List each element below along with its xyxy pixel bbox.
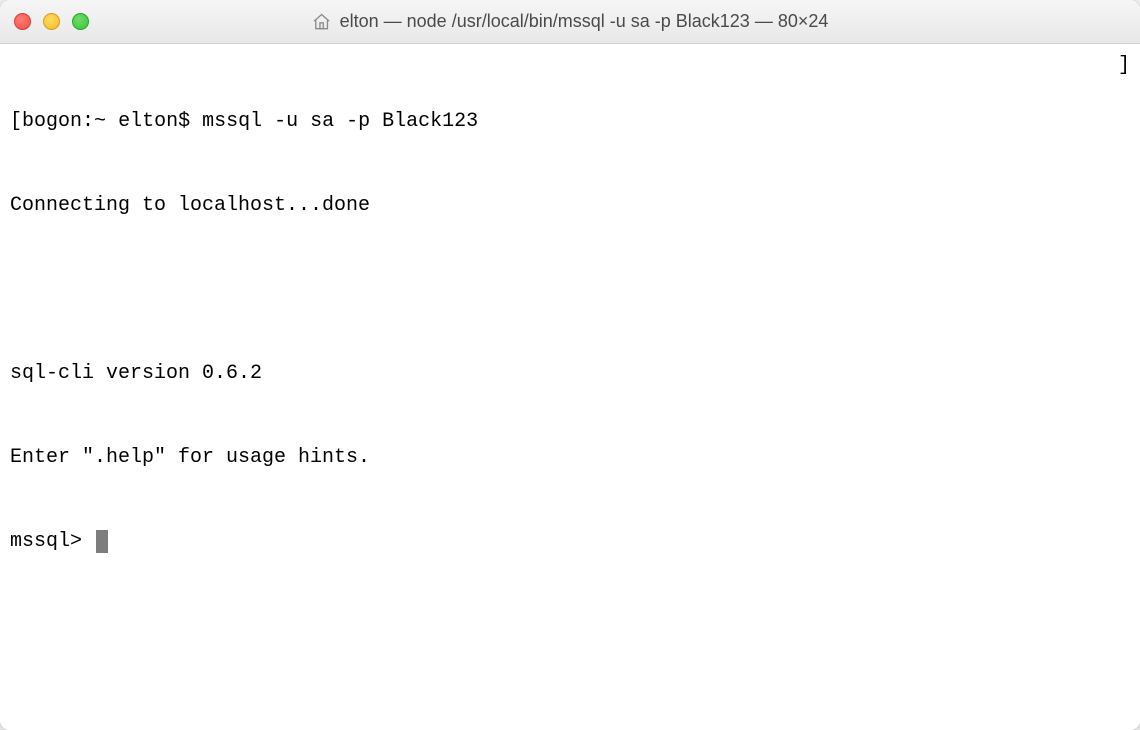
mssql-prompt: mssql> (10, 530, 82, 553)
minimize-button[interactable] (43, 13, 60, 30)
prompt-left-bracket: [ (10, 110, 22, 133)
cursor (96, 530, 108, 553)
output-line: Enter ".help" for usage hints. (10, 444, 1130, 472)
prompt-line: [bogon:~ elton$ mssql -u sa -p Black123] (10, 108, 1130, 136)
prompt-user: elton (118, 110, 178, 133)
output-line: Connecting to localhost...done (10, 192, 1130, 220)
output-line (10, 276, 1130, 304)
home-icon (312, 12, 332, 32)
prompt-right-bracket: ] (1118, 52, 1130, 80)
active-prompt-line[interactable]: mssql> (10, 528, 1130, 556)
command-text: mssql -u sa -p Black123 (202, 110, 478, 133)
title-bar[interactable]: elton — node /usr/local/bin/mssql -u sa … (0, 0, 1140, 44)
output-line: sql-cli version 0.6.2 (10, 360, 1130, 388)
terminal-body[interactable]: [bogon:~ elton$ mssql -u sa -p Black123]… (0, 44, 1140, 730)
prompt-host: bogon (22, 110, 82, 133)
title-text: elton — node /usr/local/bin/mssql -u sa … (340, 11, 829, 32)
close-button[interactable] (14, 13, 31, 30)
maximize-button[interactable] (72, 13, 89, 30)
window-title: elton — node /usr/local/bin/mssql -u sa … (312, 11, 829, 32)
prompt-path: ~ (94, 110, 106, 133)
traffic-lights (14, 13, 89, 30)
prompt-char: $ (178, 110, 190, 133)
terminal-window: elton — node /usr/local/bin/mssql -u sa … (0, 0, 1140, 730)
